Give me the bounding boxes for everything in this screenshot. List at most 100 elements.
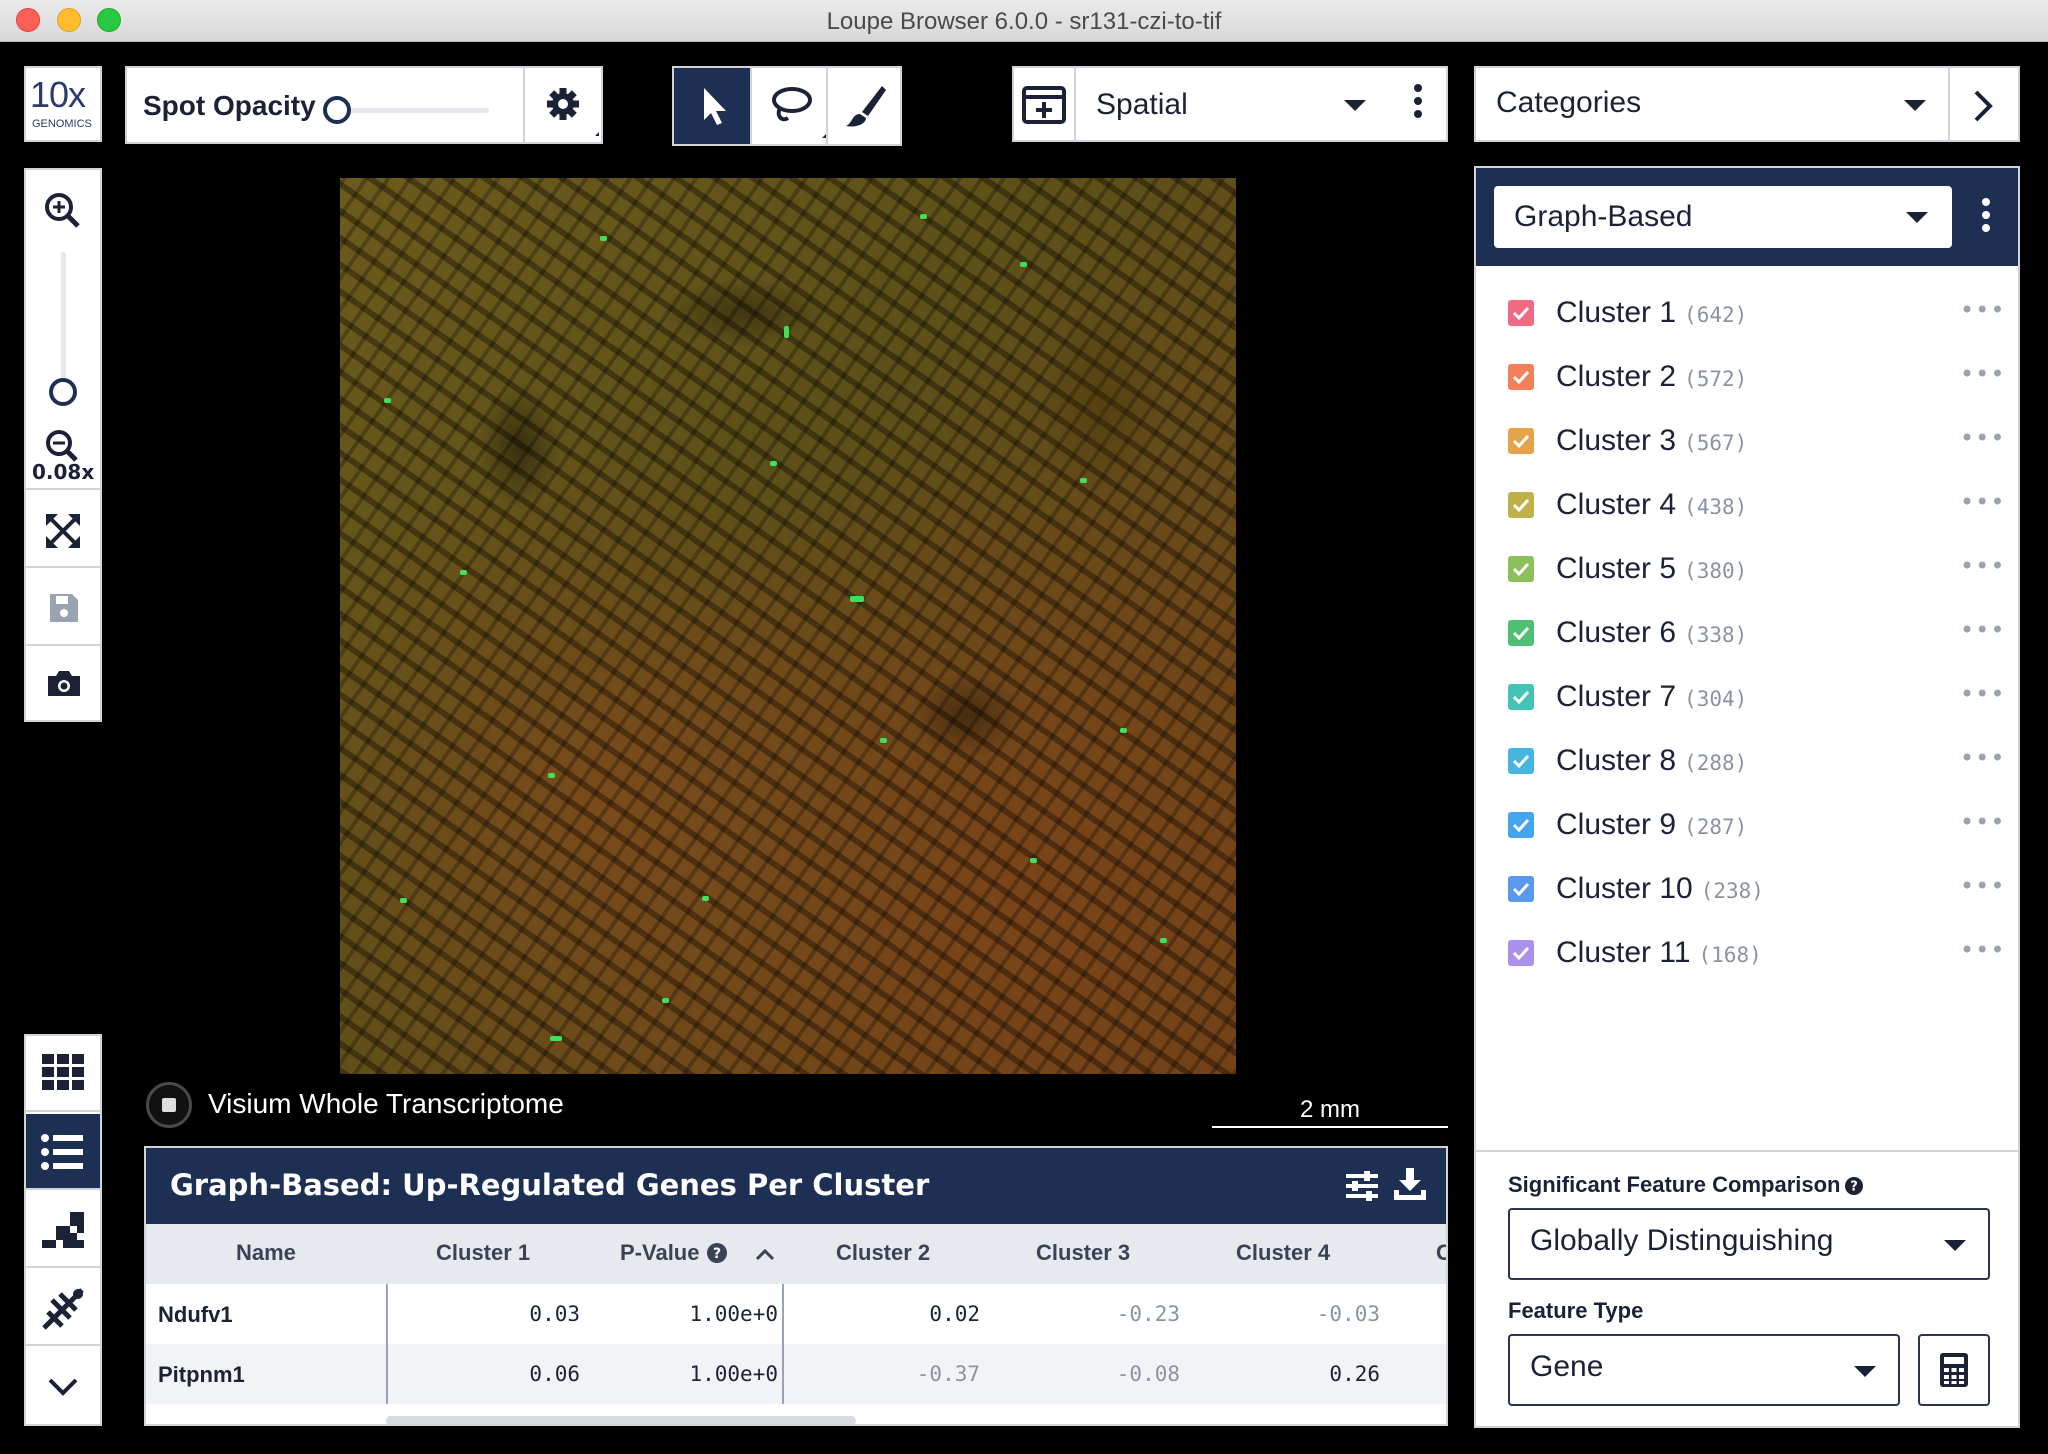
cluster-name: Cluster 5 (380) xyxy=(1556,552,1747,586)
checkmark-icon xyxy=(1512,754,1530,769)
clustering-options-menu-icon[interactable] xyxy=(1982,198,1990,237)
horizontal-scrollbar[interactable] xyxy=(386,1416,856,1424)
cluster-1-value: 0.06 xyxy=(529,1362,580,1386)
cluster-checkbox[interactable] xyxy=(1508,492,1534,518)
column-header-cluster-5[interactable]: C xyxy=(1436,1240,1446,1266)
more-views-button[interactable] xyxy=(26,1348,100,1424)
fluorescence-spot xyxy=(1080,478,1087,483)
cluster-checkbox[interactable] xyxy=(1508,556,1534,582)
column-header-cluster-3[interactable]: Cluster 3 xyxy=(1036,1240,1130,1266)
cluster-item[interactable]: Cluster 1 (642) ••• xyxy=(1476,282,2016,346)
cluster-more-icon[interactable]: ••• xyxy=(1960,552,2005,580)
cluster-item[interactable]: Cluster 2 (572) ••• xyxy=(1476,346,2016,410)
cluster-item[interactable]: Cluster 10 (238) ••• xyxy=(1476,858,2016,922)
zoom-slider-track[interactable] xyxy=(61,252,66,392)
cluster-more-icon[interactable]: ••• xyxy=(1960,680,2005,708)
cluster-item[interactable]: Cluster 8 (288) ••• xyxy=(1476,730,2016,794)
heatmap-view-button[interactable] xyxy=(26,1192,100,1268)
column-header-cluster-2[interactable]: Cluster 2 xyxy=(836,1240,930,1266)
column-header-name[interactable]: Name xyxy=(236,1240,296,1266)
column-header-cluster-4[interactable]: Cluster 4 xyxy=(1236,1240,1330,1266)
checkmark-icon xyxy=(1512,562,1530,577)
display-settings-button[interactable] xyxy=(523,66,603,144)
lasso-tool-button[interactable] xyxy=(750,68,826,144)
fit-to-screen-icon[interactable] xyxy=(40,508,86,554)
assay-toggle-button[interactable] xyxy=(146,1082,192,1128)
cluster-checkbox[interactable] xyxy=(1508,364,1534,390)
table-row[interactable]: Pitpnm1 0.06 1.00e+0 -0.37 -0.08 0.26 xyxy=(146,1344,1446,1404)
help-icon[interactable]: ? xyxy=(1844,1176,1864,1196)
categories-dropdown[interactable]: Categories xyxy=(1474,66,2020,142)
spot-opacity-track[interactable] xyxy=(335,108,489,113)
clustering-dropdown[interactable]: Graph-Based xyxy=(1494,186,1952,248)
cluster-item[interactable]: Cluster 9 (287) ••• xyxy=(1476,794,2016,858)
add-view-button[interactable] xyxy=(1014,68,1076,140)
fluorescence-spot xyxy=(880,738,887,743)
cluster-checkbox[interactable] xyxy=(1508,748,1534,774)
view-options-menu-icon[interactable] xyxy=(1414,84,1422,123)
cluster-more-icon[interactable]: ••• xyxy=(1960,360,2005,388)
tissue-image[interactable] xyxy=(340,178,1236,1074)
zoom-slider-handle[interactable] xyxy=(49,378,77,406)
cluster-name: Cluster 2 (572) xyxy=(1556,360,1747,394)
trajectory-view-button[interactable] xyxy=(26,1270,100,1346)
feature-type-label: Feature Type xyxy=(1508,1298,1644,1323)
save-icon[interactable] xyxy=(40,584,86,630)
divider xyxy=(26,488,100,490)
cluster-checkbox[interactable] xyxy=(1508,876,1534,902)
cluster-more-icon[interactable]: ••• xyxy=(1960,744,2005,772)
cluster-checkbox[interactable] xyxy=(1508,812,1534,838)
cluster-checkbox[interactable] xyxy=(1508,940,1534,966)
cluster-more-icon[interactable]: ••• xyxy=(1960,808,2005,836)
fluorescence-spot xyxy=(460,570,467,575)
gene-name: Ndufv1 xyxy=(158,1302,233,1327)
cluster-more-icon[interactable]: ••• xyxy=(1960,424,2005,452)
cluster-item[interactable]: Cluster 3 (567) ••• xyxy=(1476,410,2016,474)
checkmark-icon xyxy=(1512,818,1530,833)
brush-tool-button[interactable] xyxy=(826,68,902,144)
camera-icon[interactable] xyxy=(40,660,86,706)
cluster-item[interactable]: Cluster 6 (338) ••• xyxy=(1476,602,2016,666)
spot-opacity-control: Spot Opacity xyxy=(125,66,525,144)
list-view-button[interactable] xyxy=(26,1114,100,1190)
zoom-in-icon[interactable] xyxy=(38,186,88,236)
checkmark-icon xyxy=(1512,434,1530,449)
pointer-tool-button[interactable] xyxy=(674,68,750,144)
cluster-more-icon[interactable]: ••• xyxy=(1960,872,2005,900)
cluster-item[interactable]: Cluster 4 (438) ••• xyxy=(1476,474,2016,538)
sig-feature-dropdown[interactable]: Globally Distinguishing xyxy=(1508,1208,1990,1280)
cluster-item[interactable]: Cluster 7 (304) ••• xyxy=(1476,666,2016,730)
cluster-count: (380) xyxy=(1684,559,1748,583)
chevron-right-icon[interactable] xyxy=(1964,86,2004,126)
gene-name: Pitpnm1 xyxy=(158,1362,245,1387)
cluster-checkbox[interactable] xyxy=(1508,684,1534,710)
filter-sliders-icon[interactable] xyxy=(1342,1166,1382,1206)
sort-ascending-icon[interactable] xyxy=(754,1244,776,1266)
cluster-more-icon[interactable]: ••• xyxy=(1960,488,2005,516)
cluster-item[interactable]: Cluster 11 (168) ••• xyxy=(1476,922,2016,986)
feature-type-dropdown[interactable]: Gene xyxy=(1508,1334,1900,1406)
fluorescence-spot xyxy=(1020,262,1027,267)
cluster-more-icon[interactable]: ••• xyxy=(1960,616,2005,644)
column-header-p-value[interactable]: P-Value xyxy=(620,1240,699,1266)
grid-icon xyxy=(42,1054,84,1090)
checkmark-icon xyxy=(1512,690,1530,705)
grid-view-button[interactable] xyxy=(26,1036,100,1112)
column-header-cluster-1[interactable]: Cluster 1 xyxy=(436,1240,530,1266)
cluster-more-icon[interactable]: ••• xyxy=(1960,936,2005,964)
cluster-more-icon[interactable]: ••• xyxy=(1960,296,2005,324)
calculator-button[interactable] xyxy=(1918,1334,1990,1406)
checkmark-icon xyxy=(1512,306,1530,321)
spot-opacity-slider-handle[interactable] xyxy=(323,96,351,124)
help-icon[interactable]: ? xyxy=(706,1242,728,1264)
cluster-checkbox[interactable] xyxy=(1508,428,1534,454)
view-mode-dropdown[interactable]: Spatial xyxy=(1012,66,1448,142)
table-row[interactable]: Ndufv1 0.03 1.00e+0 0.02 -0.23 -0.03 xyxy=(146,1284,1446,1344)
cluster-checkbox[interactable] xyxy=(1508,620,1534,646)
download-icon[interactable] xyxy=(1390,1164,1430,1204)
cluster-checkbox[interactable] xyxy=(1508,300,1534,326)
chevron-down-icon xyxy=(1854,1366,1876,1377)
cluster-item[interactable]: Cluster 5 (380) ••• xyxy=(1476,538,2016,602)
panel-divider xyxy=(1476,1150,2018,1152)
categories-value: Categories xyxy=(1496,86,1642,119)
